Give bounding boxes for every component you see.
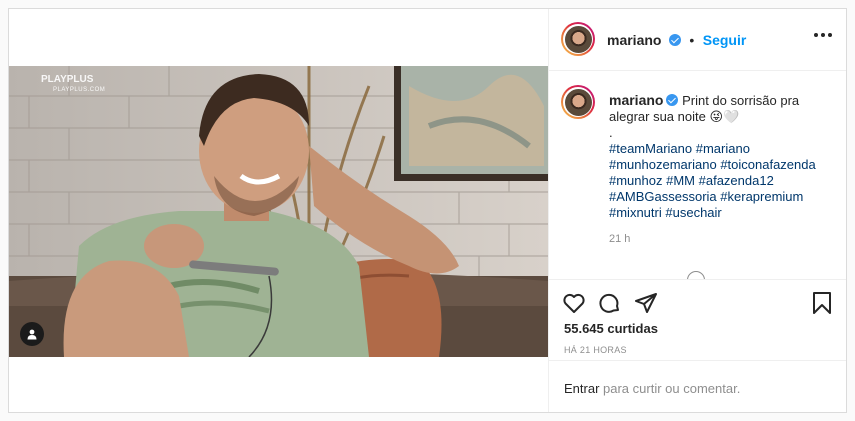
author-info: mariano • Seguir (607, 32, 746, 50)
hashtag[interactable]: #AMBGassessoria (609, 189, 717, 204)
playplus-watermark: PLAYPLUS PLAYPLUS.COM (41, 74, 105, 96)
follow-button[interactable]: Seguir (703, 32, 747, 48)
hashtag[interactable]: #usechair (665, 205, 721, 220)
post-actions: 55.645 curtidas HÁ 21 HORAS (549, 279, 846, 360)
caption: mariano Print do sorrisão pra alegrar su… (609, 92, 829, 247)
bookmark-icon[interactable] (810, 291, 834, 315)
author-avatar[interactable] (561, 22, 595, 56)
heart-icon[interactable] (562, 291, 586, 315)
watermark-url: PLAYPLUS.COM (53, 87, 106, 93)
user-tag-icon[interactable] (20, 322, 44, 346)
login-link[interactable]: Entrar (564, 381, 599, 396)
post-time-ago: HÁ 21 HORAS (564, 345, 627, 355)
instagram-post: PLAYPLUS PLAYPLUS.COM mariano • Seguir m… (8, 8, 847, 413)
hashtag[interactable]: #teamMariano (609, 141, 692, 156)
comment-prompt: Entrar para curtir ou comentar. (549, 360, 846, 412)
post-header: mariano • Seguir (549, 9, 846, 71)
hashtag[interactable]: #MM (666, 173, 695, 188)
separator-dot: • (689, 32, 695, 48)
comment-prompt-text: para curtir ou comentar. (599, 381, 741, 396)
hashtag[interactable]: #munhoz (609, 173, 662, 188)
post-sidebar: mariano • Seguir mariano Print do sorris… (548, 9, 846, 412)
more-options-icon[interactable] (814, 33, 832, 37)
post-photo[interactable]: PLAYPLUS PLAYPLUS.COM (9, 66, 548, 357)
watermark-brand: PLAYPLUS (41, 74, 94, 85)
caption-avatar[interactable] (561, 85, 595, 119)
verified-badge-icon (668, 34, 681, 46)
photo-illustration (9, 66, 548, 357)
post-media: PLAYPLUS PLAYPLUS.COM (9, 9, 548, 412)
caption-area: mariano Print do sorrisão pra alegrar su… (549, 71, 846, 279)
load-more-comments-icon[interactable] (687, 271, 705, 279)
hashtag[interactable]: #mariano (696, 141, 750, 156)
caption-dot: . (609, 125, 613, 140)
share-icon[interactable] (634, 291, 658, 315)
hashtag[interactable]: #toiconafazenda (720, 157, 815, 172)
caption-username[interactable]: mariano (609, 92, 663, 108)
verified-badge-icon (666, 94, 679, 106)
author-username[interactable]: mariano (607, 32, 661, 48)
comment-icon[interactable] (598, 291, 622, 315)
likes-count[interactable]: 55.645 curtidas (564, 321, 658, 336)
hashtag[interactable]: #munhozemariano (609, 157, 717, 172)
hashtag[interactable]: #mixnutri (609, 205, 662, 220)
caption-timestamp: 21 h (609, 233, 631, 245)
hashtag[interactable]: #kerapremium (720, 189, 803, 204)
hashtag[interactable]: #afazenda12 (699, 173, 774, 188)
